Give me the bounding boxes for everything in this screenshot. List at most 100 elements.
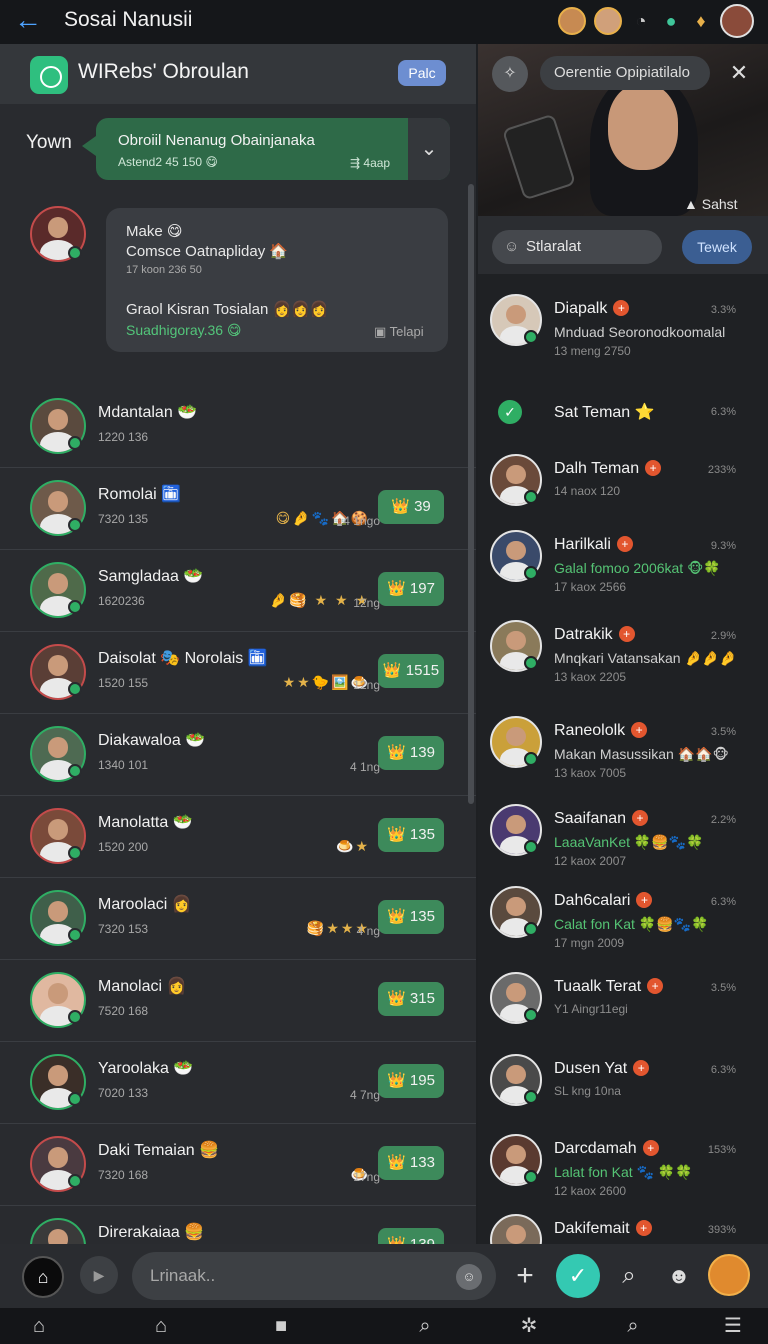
reward-button[interactable]: 👑 139	[378, 1228, 444, 1244]
gift-icon[interactable]: ♦	[690, 10, 712, 32]
reward-button[interactable]: 👑 39	[378, 490, 444, 524]
chat-row[interactable]: Samgladaa 🥗 1620236 🤌🥞 ★ ★ ★ 12ng 👑 197	[0, 552, 476, 632]
avatar[interactable]	[558, 7, 586, 35]
reward-button[interactable]: 👑 315	[378, 982, 444, 1016]
add-icon[interactable]: +	[642, 1140, 659, 1156]
avatar[interactable]	[30, 1218, 86, 1244]
avatar[interactable]	[490, 1214, 542, 1244]
add-icon[interactable]: +	[616, 536, 633, 552]
reward-button[interactable]: 👑 133	[378, 1146, 444, 1180]
add-icon[interactable]: +	[647, 978, 664, 994]
chat-row[interactable]: Diakawaloa 🥗 1340 101 4 1ng 👑 139	[0, 716, 476, 796]
pinned-message[interactable]: Obroiil Nenanug Obainjanaka Astend2 45 1…	[82, 118, 450, 180]
add-icon[interactable]: +	[618, 626, 635, 642]
explore-nav-icon[interactable]: ⌕	[618, 1312, 648, 1340]
chat-row[interactable]: Romolai 🛅 7320 135 😋🤌🐾🏠🍪 4 1ngo 👑 39	[0, 470, 476, 550]
play-icon[interactable]: ▶	[80, 1256, 118, 1294]
settings-nav-icon[interactable]: ✲	[514, 1312, 544, 1340]
contact-percent: 6.3%	[710, 1064, 736, 1076]
check-icon[interactable]: ✓	[498, 400, 522, 424]
square-nav-icon[interactable]: ■	[266, 1312, 296, 1340]
contact-name: Yaroolaka 🥗	[98, 1060, 194, 1077]
contact-row[interactable]: Diapalk +3.3% Mnduad Seoronodkoomalal 13 me…	[478, 294, 768, 374]
chat-row[interactable]: Manolaci 👩 7520 168 👑 315	[0, 962, 476, 1042]
send-button[interactable]: ✓	[556, 1254, 600, 1298]
add-icon[interactable]: +	[632, 810, 649, 826]
contact-row[interactable]: Datrakik +2.9% Mnqkari Vatansakan 🤌🤌🤌 13 ka…	[478, 620, 768, 700]
reward-button[interactable]: 👑 195	[378, 1064, 444, 1098]
home-icon[interactable]: ⌂	[22, 1256, 64, 1298]
back-arrow-icon[interactable]: ←	[14, 6, 44, 36]
contact-row[interactable]: Harilkali +9.3% Galal fomoo 2006kat 🐵🍀 17 k…	[478, 530, 768, 610]
add-icon[interactable]: +	[613, 300, 630, 316]
plus-icon[interactable]: +	[510, 1256, 540, 1296]
contact-row[interactable]: Darcdamah +153% Lalat fon Kat 🐾 🍀🍀 12 kaox …	[478, 1134, 768, 1214]
chat-row[interactable]: Direrakaiaa 🍔1030 150👑 139	[0, 1208, 476, 1244]
chat-row[interactable]: Daisolat 🎭 Norolais 🛅 1520 155 ★★🐤🖼️🍮 12ng 👑…	[0, 634, 476, 714]
profile-avatar[interactable]	[708, 1254, 750, 1296]
contact-name: Daisolat 🎭 Norolais 🛅	[98, 650, 268, 667]
contact-percent: 2.2%	[710, 814, 736, 826]
home-nav-icon[interactable]: ⌂	[24, 1312, 54, 1340]
add-icon[interactable]: +	[631, 722, 648, 738]
verified-badge-icon	[524, 566, 538, 580]
contacts-filter-input[interactable]: Stlaralat	[492, 230, 662, 264]
message-bubble[interactable]: Make 😋 Comsce Oatnapliday 🏠 17 koon 236 …	[106, 208, 448, 352]
add-icon[interactable]: +	[635, 1220, 652, 1236]
search-nav-icon[interactable]: ⌕	[410, 1312, 440, 1340]
chat-row[interactable]: Yaroolaka 🥗 7020 133 4 7ng 👑 195	[0, 1044, 476, 1124]
add-icon[interactable]: +	[645, 460, 662, 476]
contact-row[interactable]: Dah6calari +6.3% Calat fon Kat 🍀🍔🐾🍀 17 mgn …	[478, 886, 768, 966]
reaction-icon[interactable]: ☻	[664, 1258, 694, 1294]
chat-row[interactable]: Mdantalan 🥗 1220 136	[0, 388, 476, 468]
chat-row[interactable]: Manolatta 🥗 1520 200 🍮★ 👑 135	[0, 798, 476, 878]
add-icon[interactable]: +	[633, 1060, 650, 1076]
timestamp: 4 ng	[356, 924, 380, 938]
verified-badge-icon	[68, 1092, 82, 1106]
emoji-icon[interactable]: ☺	[456, 1264, 482, 1290]
clock-icon[interactable]: ◔	[630, 10, 652, 32]
verified-badge-icon	[524, 330, 538, 344]
reply-button[interactable]: ▣ Telapi	[374, 324, 424, 340]
chat-row[interactable]: Maroolaci 👩 7320 153 🥞★★★ 4 ng 👑 135	[0, 880, 476, 960]
reward-button[interactable]: 👑 139	[378, 736, 444, 770]
video-search-input[interactable]: Oerentie Opipiatilalo	[540, 56, 710, 90]
contact-status: LaaaVanKet 🍀🍔🐾🍀	[554, 834, 704, 850]
contact-name-text: Diapalk	[554, 300, 608, 317]
contact-row[interactable]: Saaifanan +2.2% LaaaVanKet 🍀🍔🐾🍀 12 kaox 200…	[478, 804, 768, 884]
close-icon[interactable]: ✕	[724, 58, 754, 88]
contact-percent: 393%	[707, 1224, 736, 1236]
contact-name: Dalh Teman +	[554, 460, 662, 478]
reward-button[interactable]: 👑 1515	[378, 654, 444, 688]
contacts-action-button[interactable]: Tewek	[682, 230, 752, 264]
avatar[interactable]	[594, 7, 622, 35]
reply-label: Telapi	[389, 324, 424, 339]
contact-row[interactable]: Dakifemait +393%	[478, 1214, 768, 1244]
profile-avatar[interactable]	[720, 4, 754, 38]
chat-row[interactable]: Daki Temaian 🍔 7320 168 🍮 17ng 👑 133	[0, 1126, 476, 1206]
message-link[interactable]: Suadhigoray.36 😋	[126, 322, 242, 339]
add-icon[interactable]: +	[636, 892, 653, 908]
header-button[interactable]: Palc	[398, 60, 446, 86]
menu-icon[interactable]: ☰	[718, 1312, 748, 1340]
contact-percent: 153%	[707, 1144, 736, 1156]
sparkle-icon[interactable]: ✧	[492, 56, 528, 92]
video-preview[interactable]: ✧ Oerentie Opipiatilalo ✕ ▲ Sahst	[478, 44, 768, 216]
chevron-down-icon[interactable]: ⌄	[408, 118, 450, 180]
app-logo-icon	[30, 56, 68, 94]
globe-icon[interactable]: ●	[660, 10, 682, 32]
reward-button[interactable]: 👑 135	[378, 900, 444, 934]
message-input[interactable]: Lrinaak..	[132, 1252, 496, 1300]
contact-row[interactable]: Raneololk +3.5% Makan Masussikan 🏠🏠🐵 13 kao…	[478, 716, 768, 796]
pinned-title: Obroiil Nenanug Obainjanaka	[118, 132, 315, 149]
contact-number: 1220 136	[98, 430, 149, 444]
contact-row[interactable]: Tuaalk Terat +3.5% Y1 Aingr11egi	[478, 972, 768, 1052]
reward-button[interactable]: 👑 197	[378, 572, 444, 606]
scrollbar[interactable]	[468, 184, 474, 804]
contact-row[interactable]: Dalh Teman +233% 14 naox 120	[478, 454, 768, 534]
house-nav-icon[interactable]: ⌂	[146, 1312, 176, 1340]
search-icon[interactable]: ⌕	[614, 1258, 644, 1294]
reward-button[interactable]: 👑 135	[378, 818, 444, 852]
video-label[interactable]: ▲ Sahst	[684, 196, 738, 212]
contact-row[interactable]: Dusen Yat +6.3% SL kng 10na	[478, 1054, 768, 1134]
